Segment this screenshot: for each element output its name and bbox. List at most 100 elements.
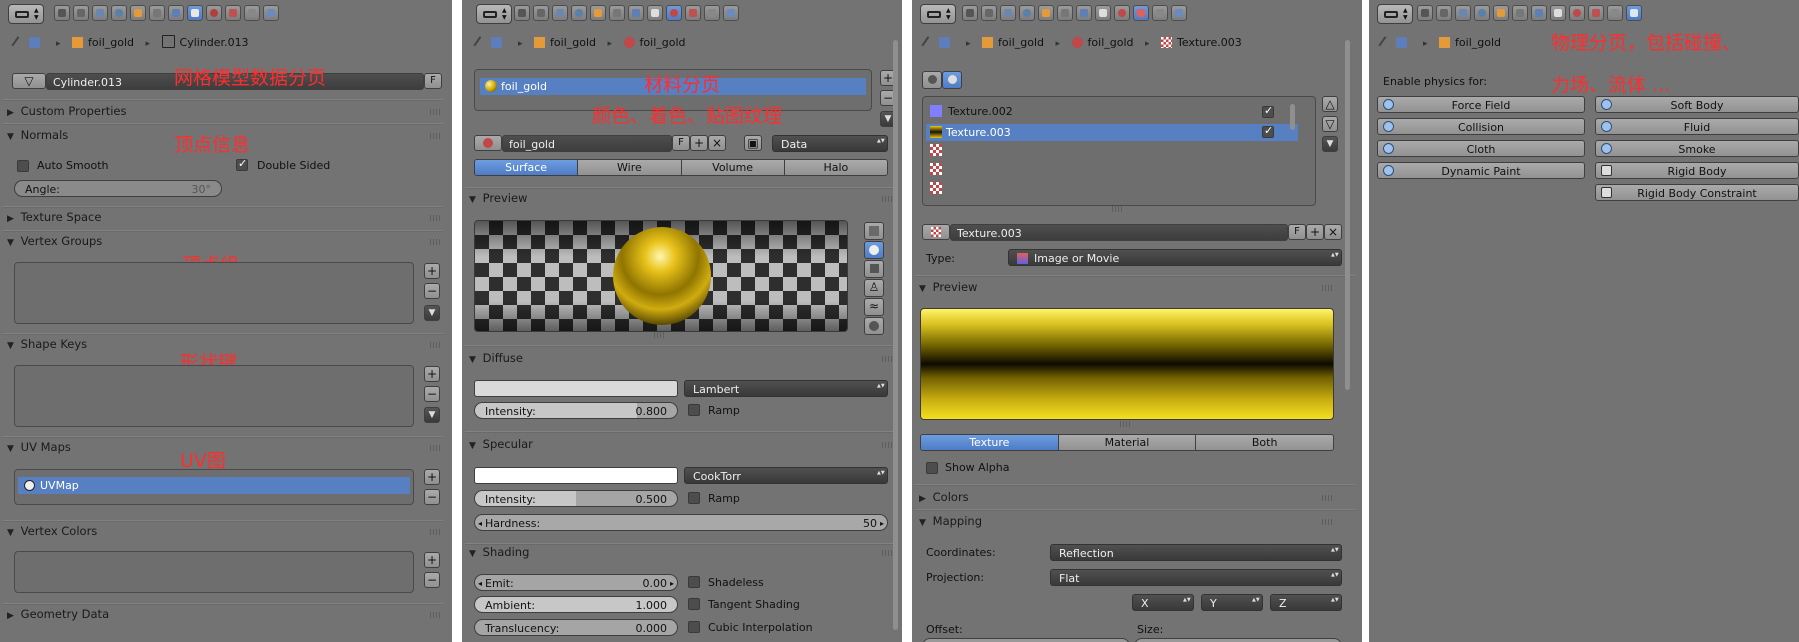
specular-intensity-slider[interactable]: Intensity: 0.500 — [474, 490, 678, 507]
mesh-data-tab-icon[interactable] — [187, 5, 203, 21]
fake-user-button[interactable]: F — [424, 73, 442, 89]
texture-slot-1-checkbox[interactable] — [1262, 104, 1274, 118]
texture-tab-icon[interactable] — [685, 5, 701, 21]
double-sided-checkbox[interactable] — [236, 157, 248, 171]
texture-type-dropdown[interactable]: Image or Movie — [1008, 249, 1342, 266]
ambient-slider[interactable]: Ambient: 1.000 — [474, 596, 678, 613]
modifiers-tab-icon[interactable] — [1076, 5, 1092, 21]
uv-map-item[interactable]: UVMap — [18, 477, 410, 494]
render-layers-tab-icon[interactable] — [1436, 5, 1452, 21]
collision-button[interactable]: Collision — [1377, 118, 1585, 135]
scene-tab-icon[interactable] — [1000, 5, 1016, 21]
editor-type-selector[interactable] — [920, 4, 956, 24]
constraints-tab-icon[interactable] — [1057, 5, 1073, 21]
vertex-group-remove-button[interactable]: − — [424, 283, 440, 299]
constraints-tab-icon[interactable] — [609, 5, 625, 21]
editor-type-selector[interactable] — [8, 4, 44, 24]
empty-texture-slot-icon[interactable] — [930, 163, 942, 175]
shape-keys-header[interactable]: ▼ Shape Keys — [7, 334, 87, 354]
force-field-button[interactable]: Force Field — [1377, 96, 1585, 113]
texture-context-material-button[interactable] — [922, 71, 942, 89]
tab-volume[interactable]: Volume — [681, 160, 785, 175]
material-link-dropdown[interactable]: Data — [772, 135, 888, 152]
soft-body-button[interactable]: Soft Body — [1595, 96, 1799, 113]
editor-type-selector[interactable] — [476, 4, 512, 24]
auto-smooth-checkbox[interactable] — [17, 160, 29, 172]
preview-flat-button[interactable] — [864, 222, 884, 240]
particles-tab-icon[interactable] — [704, 5, 720, 21]
render-tab-icon[interactable] — [962, 5, 978, 21]
texture-list-scrollbar[interactable] — [1290, 104, 1295, 130]
preview-hair-button[interactable]: ≈ — [864, 298, 884, 316]
uv-maps-header[interactable]: ▼ UV Maps — [7, 437, 71, 457]
mesh-data-tab-icon[interactable] — [1550, 5, 1566, 21]
mesh-data-tab-icon[interactable] — [1095, 5, 1111, 21]
scene-tab-icon[interactable] — [552, 5, 568, 21]
preview-header[interactable]: ▼ Preview — [469, 188, 527, 208]
material-tab-icon[interactable] — [666, 5, 682, 21]
material-type-tabs[interactable]: Surface Wire Volume Halo — [474, 159, 888, 176]
texture-unlink-button[interactable]: × — [1324, 224, 1342, 240]
object-tab-icon[interactable] — [1038, 5, 1054, 21]
vertex-colors-header[interactable]: ▼ Vertex Colors — [7, 521, 97, 541]
mesh-browse-button[interactable]: ▽ — [12, 73, 46, 89]
texture-preview-tabs[interactable]: Texture Material Both — [920, 434, 1334, 451]
texture-context-other-button[interactable] — [942, 71, 962, 89]
tab-halo[interactable]: Halo — [784, 160, 887, 175]
mapping-x-dropdown[interactable]: X — [1132, 594, 1194, 611]
tab-material[interactable]: Material — [1058, 435, 1197, 450]
preview-sphere-button[interactable] — [864, 241, 884, 259]
physics-tab-icon[interactable] — [263, 5, 279, 21]
modifiers-tab-icon[interactable] — [1531, 5, 1547, 21]
normals-header[interactable]: ▼ Normals — [7, 125, 68, 145]
render-layers-tab-icon[interactable] — [73, 5, 89, 21]
texture-tab-icon[interactable] — [225, 5, 241, 21]
vertex-groups-header[interactable]: ▼ Vertex Groups — [7, 231, 102, 251]
physics-tab-icon[interactable] — [1171, 5, 1187, 21]
mapping-z-dropdown[interactable]: Z — [1270, 594, 1342, 611]
offset-x-field[interactable] — [922, 638, 1130, 642]
tab-texture[interactable]: Texture — [921, 435, 1059, 450]
scrollbar[interactable] — [893, 40, 898, 630]
material-new-button[interactable]: + — [690, 135, 708, 151]
texture-browse-button[interactable] — [922, 224, 950, 240]
empty-texture-slot-icon[interactable] — [930, 182, 942, 194]
texture-space-header[interactable]: ▶ Texture Space — [7, 207, 101, 227]
coordinates-dropdown[interactable]: Reflection — [1050, 544, 1342, 561]
scene-tab-icon[interactable] — [1455, 5, 1471, 21]
mapping-y-dropdown[interactable]: Y — [1201, 594, 1263, 611]
render-tab-icon[interactable] — [54, 5, 70, 21]
texture-new-button[interactable]: + — [1306, 224, 1324, 240]
world-tab-icon[interactable] — [1474, 5, 1490, 21]
shape-key-add-button[interactable]: + — [424, 366, 440, 382]
angle-slider[interactable]: Angle: 30° — [14, 180, 222, 197]
pin-icon[interactable] — [473, 36, 485, 49]
tangent-shading-checkbox[interactable] — [688, 598, 700, 610]
tab-surface[interactable]: Surface — [475, 160, 579, 175]
physics-tab-icon[interactable] — [1626, 5, 1642, 21]
texture-tab-icon[interactable] — [1588, 5, 1604, 21]
geometry-data-header[interactable]: ▶ Geometry Data — [7, 604, 109, 624]
material-fake-user-button[interactable]: F — [672, 135, 690, 151]
material-unlink-button[interactable]: × — [708, 135, 726, 151]
texture-slot-specials-button[interactable]: ▼ — [1322, 136, 1338, 152]
texture-slot-up-button[interactable]: △ — [1322, 96, 1338, 112]
constraints-tab-icon[interactable] — [1512, 5, 1528, 21]
material-tab-icon[interactable] — [206, 5, 222, 21]
pin-icon[interactable] — [1378, 36, 1390, 49]
texture-slot-2-checkbox[interactable] — [1262, 124, 1274, 138]
editor-type-selector[interactable] — [1377, 4, 1413, 24]
material-tab-icon[interactable] — [1569, 5, 1585, 21]
world-tab-icon[interactable] — [571, 5, 587, 21]
object-tab-icon[interactable] — [590, 5, 606, 21]
constraints-tab-icon[interactable] — [149, 5, 165, 21]
specular-color-swatch[interactable] — [474, 467, 678, 484]
diffuse-shader-dropdown[interactable]: Lambert — [684, 380, 888, 397]
preview-sky-button[interactable] — [864, 317, 884, 335]
material-name-field[interactable]: foil_gold — [502, 135, 672, 152]
rigid-body-constraint-button[interactable]: Rigid Body Constraint — [1595, 184, 1799, 201]
world-tab-icon[interactable] — [1019, 5, 1035, 21]
material-copy-button[interactable]: ▣ — [744, 135, 762, 151]
specular-shader-dropdown[interactable]: CookTorr — [684, 467, 888, 484]
hardness-field[interactable]: ◂ Hardness: 50 ▸ — [474, 514, 888, 531]
